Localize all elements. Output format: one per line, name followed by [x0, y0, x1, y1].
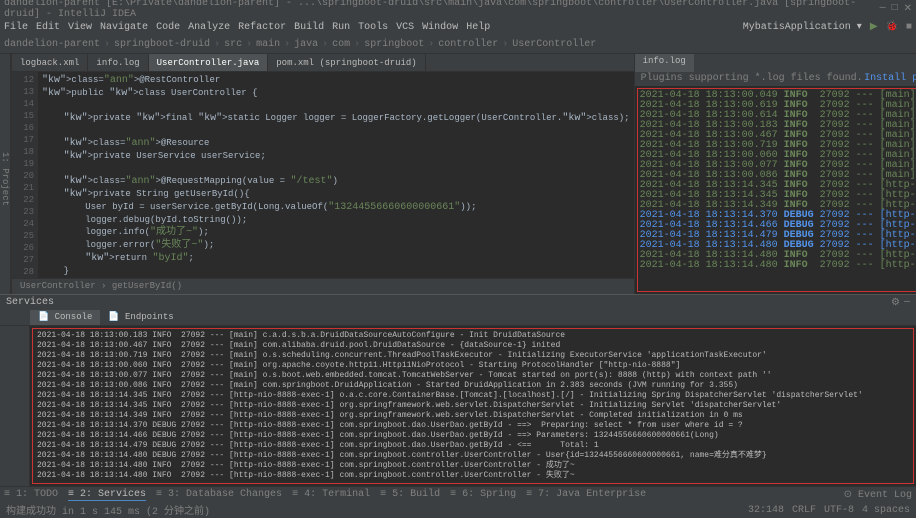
breadcrumb-item[interactable]: main — [256, 39, 280, 50]
bottom-tab[interactable]: ≡ 7: Java Enterprise — [526, 489, 646, 500]
services-panel: Services ⚙ — 📄 Console📄 Endpoints 2021-0… — [0, 294, 916, 486]
services-tab[interactable]: 📄 Console — [30, 310, 100, 325]
stop-icon[interactable]: ■ — [906, 22, 912, 33]
maximize-icon[interactable]: □ — [892, 3, 898, 15]
menu-window[interactable]: Window — [422, 22, 458, 33]
menu-refactor[interactable]: Refactor — [238, 22, 286, 33]
minimize-panel-icon[interactable]: — — [904, 297, 910, 309]
bottom-tab[interactable]: ≡ 6: Spring — [450, 489, 516, 500]
status-item[interactable]: 4 spaces — [862, 505, 910, 516]
right-panel: info.log Plugins supporting *.log files … — [634, 54, 916, 294]
menu-help[interactable]: Help — [466, 22, 490, 33]
menu-vcs[interactable]: VCS — [396, 22, 414, 33]
editor-tab[interactable]: pom.xml (springboot-druid) — [268, 54, 425, 71]
breadcrumb-item[interactable]: dandelion-parent — [4, 39, 100, 50]
event-log-tab[interactable]: ⊙ Event Log — [844, 489, 912, 501]
status-item[interactable]: UTF-8 — [824, 505, 854, 516]
window-title: dandelion-parent [E:\Private\dandelion-p… — [4, 0, 880, 20]
menu-file[interactable]: File — [4, 22, 28, 33]
breadcrumb-item[interactable]: src — [224, 39, 242, 50]
menu-edit[interactable]: Edit — [36, 22, 60, 33]
editor-breadcrumb[interactable]: UserController › getUserById() — [12, 278, 634, 294]
titlebar: dandelion-parent [E:\Private\dandelion-p… — [0, 0, 916, 18]
debug-icon[interactable]: 🐞 — [886, 21, 898, 33]
services-tabs: 📄 Console📄 Endpoints — [0, 310, 916, 326]
menu-analyze[interactable]: Analyze — [188, 22, 230, 33]
menu-run[interactable]: Run — [332, 22, 350, 33]
editor-tab[interactable]: logback.xml — [12, 54, 88, 71]
menu-tools[interactable]: Tools — [358, 22, 388, 33]
menu-code[interactable]: Code — [156, 22, 180, 33]
tab-info-log[interactable]: info.log — [635, 54, 694, 72]
status-message: 构建成功功 in 1 s 145 ms (2 分钟之前) — [6, 502, 210, 518]
menu-navigate[interactable]: Navigate — [100, 22, 148, 33]
right-log-view[interactable]: 2021-04-18 18:13:00.049 INFO 27092 --- [… — [637, 88, 916, 292]
editor-tab[interactable]: UserController.java — [149, 54, 269, 71]
statusbar: 构建成功功 in 1 s 145 ms (2 分钟之前) 32:148 CRLF U… — [0, 502, 916, 518]
editor-tab[interactable]: info.log — [88, 54, 148, 71]
menu-view[interactable]: View — [68, 22, 92, 33]
run-icon[interactable]: ▶ — [870, 21, 878, 33]
breadcrumb-item[interactable]: UserController — [512, 39, 596, 50]
breadcrumb-item[interactable]: springboot-druid — [114, 39, 210, 50]
bottom-tab[interactable]: ≡ 4: Terminal — [292, 489, 370, 500]
left-tool-strip[interactable]: 1: Project — [0, 54, 11, 294]
status-item[interactable]: 32:148 — [748, 505, 784, 516]
breadcrumb-bar: dandelion-parent›springboot-druid›src›ma… — [0, 36, 916, 54]
breadcrumb-item[interactable]: springboot — [364, 39, 424, 50]
line-gutter[interactable]: 121314151617181920212223242526272829 — [12, 72, 38, 278]
editor-tabs: logback.xmlinfo.logUserController.javapo… — [12, 54, 634, 72]
bottom-tab[interactable]: ≡ 2: Services — [68, 489, 146, 501]
services-toolbar[interactable] — [0, 326, 30, 486]
close-icon[interactable]: ✕ — [904, 3, 912, 15]
services-tab[interactable]: 📄 Endpoints — [100, 310, 181, 325]
install-plugins-link[interactable]: Install plugins — [864, 73, 916, 85]
minimize-icon[interactable]: — — [880, 3, 886, 15]
breadcrumb-item[interactable]: com — [332, 39, 350, 50]
services-title: Services — [6, 297, 54, 308]
bottom-tool-tabs: ≡ 1: TODO ≡ 2: Services ≡ 3: Database Chan… — [0, 486, 916, 502]
breadcrumb-item[interactable]: controller — [438, 39, 498, 50]
code-editor[interactable]: "kw">class="ann">@RestController "kw">pu… — [38, 72, 634, 278]
editor-area: logback.xmlinfo.logUserController.javapo… — [12, 54, 634, 294]
bottom-tab[interactable]: ≡ 5: Build — [380, 489, 440, 500]
plugin-banner: Plugins supporting *.log files found. In… — [635, 72, 916, 86]
menu-build[interactable]: Build — [294, 22, 324, 33]
status-item[interactable]: CRLF — [792, 505, 816, 516]
breadcrumb-item[interactable]: java — [294, 39, 318, 50]
gear-icon[interactable]: ⚙ — [891, 297, 900, 309]
services-console[interactable]: 2021-04-18 18:13:00.183 INFO 27092 --- [… — [32, 328, 914, 484]
run-config-selector[interactable]: MybatisApplication ▾ — [743, 21, 862, 33]
menubar: File Edit View Navigate Code Analyze Refactor B… — [0, 18, 916, 36]
bottom-tab[interactable]: ≡ 3: Database Changes — [156, 489, 282, 500]
bottom-tab[interactable]: ≡ 1: TODO — [4, 489, 58, 500]
